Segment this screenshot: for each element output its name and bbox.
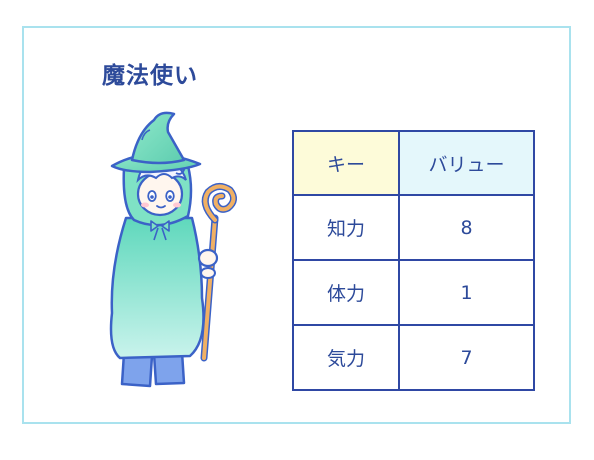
- row-key: 気力: [292, 324, 400, 391]
- stats-table: キー バリュー 知力 8 体力 1 気力 7: [292, 130, 535, 391]
- row-value: 8: [398, 194, 535, 261]
- page-title: 魔法使い: [102, 63, 198, 89]
- column-header-value: バリュー: [398, 130, 535, 196]
- table-row: 知力 8: [292, 194, 535, 261]
- row-key: 体力: [292, 259, 400, 326]
- wizard-icon: [109, 111, 237, 388]
- column-header-key: キー: [292, 130, 400, 196]
- table-header-row: キー バリュー: [292, 130, 535, 196]
- row-value: 7: [398, 324, 535, 391]
- row-value: 1: [398, 259, 535, 326]
- table-row: 気力 7: [292, 324, 535, 391]
- table-row: 体力 1: [292, 259, 535, 326]
- row-key: 知力: [292, 194, 400, 261]
